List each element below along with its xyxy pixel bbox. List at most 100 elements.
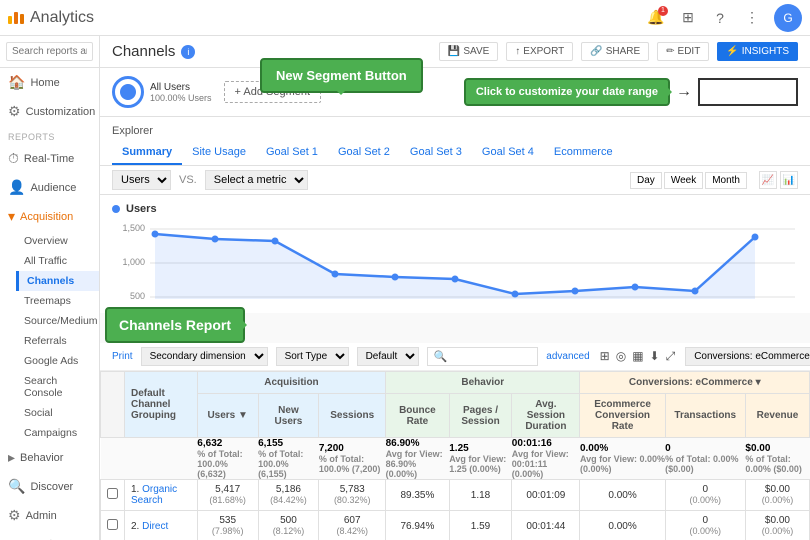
sidebar-item-searchconsole[interactable]: Search Console — [16, 371, 99, 403]
users-header[interactable]: Users ▼ — [197, 394, 258, 438]
row-ecomm-0: 0.00% — [580, 480, 665, 511]
transactions-header[interactable]: Transactions — [665, 394, 745, 438]
default-select[interactable]: Default — [357, 347, 419, 366]
sidebar-item-customization[interactable]: ⚙ Customization — [0, 97, 99, 126]
sidebar-item-audience[interactable]: 👤 Audience — [0, 173, 99, 202]
print-button[interactable]: Print — [112, 351, 133, 362]
bar-view-button[interactable]: ▦ — [630, 347, 645, 366]
tab-goalset1[interactable]: Goal Set 1 — [256, 141, 328, 165]
primary-metric-select[interactable]: Users — [112, 170, 171, 190]
tab-siteusage[interactable]: Site Usage — [182, 141, 256, 165]
tab-summary[interactable]: Summary — [112, 141, 182, 165]
channels-report-callout: Channels Report — [105, 307, 245, 343]
pie-view-button[interactable]: ◎ — [614, 347, 628, 366]
sidebar-item-behavior[interactable]: ▸ Behavior — [0, 443, 99, 472]
secondary-dimension-select[interactable]: Secondary dimension — [141, 347, 268, 366]
sidebar-item-admin[interactable]: ⚙ Admin — [0, 501, 99, 530]
row-avg-session-0: 00:01:09 — [512, 480, 580, 511]
sort-type-select[interactable]: Sort Type — [276, 347, 349, 366]
sidebar-item-sourcemedium[interactable]: Source/Medium — [16, 311, 99, 331]
advanced-button[interactable]: advanced — [546, 351, 589, 362]
more-icon[interactable]: ⋮ — [742, 8, 762, 28]
sidebar-item-alltraffic[interactable]: All Traffic — [16, 251, 99, 271]
ecomm-rate-header[interactable]: Ecommerce Conversion Rate — [580, 394, 665, 438]
sidebar-label-home: Home — [30, 77, 59, 89]
avatar[interactable]: G — [774, 4, 802, 32]
sidebar-item-treemaps[interactable]: Treemaps — [16, 291, 99, 311]
metric-bar: Users VS. Select a metric Day Week Month… — [100, 166, 810, 195]
table-view-button[interactable]: ⊞ — [598, 347, 612, 366]
avg-session-header[interactable]: Avg. Session Duration — [512, 394, 580, 438]
table-search[interactable]: 🔍 — [427, 347, 539, 366]
sidebar-item-social[interactable]: Social — [16, 403, 99, 423]
vs-label: VS. — [179, 174, 197, 186]
table-search-input[interactable] — [451, 351, 531, 362]
segment-circle-icon — [112, 76, 144, 108]
tab-goalset4[interactable]: Goal Set 4 — [472, 141, 544, 165]
search-input[interactable] — [6, 42, 93, 61]
audience-icon: 👤 — [8, 179, 25, 196]
conversions-select[interactable]: Conversions: eCommerce — [685, 347, 810, 366]
sidebar-item-discover[interactable]: 🔍 Discover — [0, 472, 99, 501]
bar-chart-button[interactable]: 📊 — [780, 171, 798, 189]
insights-button[interactable]: ⚡ INSIGHTS — [717, 42, 798, 61]
edit-button[interactable]: ✏ EDIT — [657, 42, 709, 61]
segment-info: All Users 100.00% Users — [150, 82, 212, 103]
tab-goalset2[interactable]: Goal Set 2 — [328, 141, 400, 165]
channels-callout-arrow — [242, 320, 252, 330]
help-icon[interactable]: ? — [710, 8, 730, 28]
top-bar: Analytics 🔔 1 ⊞ ? ⋮ G — [0, 0, 810, 36]
download-button[interactable]: ⬇ — [648, 347, 662, 366]
sidebar-item-realtime[interactable]: ⏱ Real-Time — [0, 144, 99, 173]
sessions-header[interactable]: Sessions — [319, 394, 386, 438]
week-button[interactable]: Week — [664, 172, 703, 189]
sidebar-item-home[interactable]: 🏠 Home — [0, 68, 99, 97]
top-bar-actions: 🔔 1 ⊞ ? ⋮ G — [646, 4, 802, 32]
export-button[interactable]: ↑ EXPORT — [506, 42, 573, 61]
explorer-section: Explorer Summary Site Usage Goal Set 1 G… — [100, 117, 810, 166]
sidebar-collapse-button[interactable]: ‹ — [0, 530, 99, 540]
svg-text:1,000: 1,000 — [122, 257, 145, 267]
row-channel-0: 1. Organic Search — [125, 480, 198, 511]
line-chart-button[interactable]: 📈 — [759, 171, 777, 189]
save-button[interactable]: 💾 SAVE — [439, 42, 498, 61]
row-checkbox-0[interactable] — [101, 480, 125, 511]
bounce-rate-header[interactable]: Bounce Rate — [386, 394, 450, 438]
total-label — [125, 438, 198, 480]
sidebar-item-acquisition[interactable]: ▾ Acquisition — [0, 202, 99, 231]
sidebar-label-campaigns: Campaigns — [24, 427, 77, 439]
month-button[interactable]: Month — [705, 172, 747, 189]
sidebar-item-googleads[interactable]: Google Ads — [16, 351, 99, 371]
chart-type-icons: 📈 📊 — [759, 171, 798, 189]
channel-link-1[interactable]: Direct — [142, 521, 168, 532]
row-checkbox-1[interactable] — [101, 511, 125, 540]
sidebar-item-referrals[interactable]: Referrals — [16, 331, 99, 351]
row-transactions-0: 0(0.00%) — [665, 480, 745, 511]
new-users-header[interactable]: New Users — [258, 394, 319, 438]
sidebar-item-channels[interactable]: Channels — [16, 271, 99, 291]
checkbox-header — [101, 372, 125, 438]
row-new-users-1: 500(8.12%) — [258, 511, 319, 540]
secondary-metric-select[interactable]: Select a metric — [205, 170, 308, 190]
sidebar-item-campaigns[interactable]: Campaigns — [16, 423, 99, 443]
tab-ecommerce[interactable]: Ecommerce — [544, 141, 623, 165]
sidebar-label-behavior: Behavior — [20, 452, 63, 464]
date-range-input[interactable] — [698, 78, 798, 106]
total-avg-session: 00:01:16 Avg for View: 00:01:11 (0.00%) — [512, 438, 580, 480]
discover-icon: 🔍 — [8, 478, 25, 495]
day-button[interactable]: Day — [630, 172, 662, 189]
grid-icon[interactable]: ⊞ — [678, 8, 698, 28]
pages-session-header[interactable]: Pages / Session — [449, 394, 512, 438]
bell-icon[interactable]: 🔔 1 — [646, 8, 666, 28]
sidebar-search-container[interactable] — [0, 36, 99, 68]
sidebar-label-overview: Overview — [24, 235, 68, 247]
logo-icon — [8, 12, 24, 24]
share-button[interactable]: 🔗 SHARE — [581, 42, 649, 61]
total-ecomm-rate: 0.00% Avg for View: 0.00% (0.00%) — [580, 438, 665, 480]
expand-button[interactable]: ⤢ — [664, 347, 678, 366]
conversions-header: Conversions: eCommerce ▾ — [580, 372, 810, 394]
sidebar-item-overview[interactable]: Overview — [16, 231, 99, 251]
revenue-header[interactable]: Revenue — [745, 394, 809, 438]
info-icon[interactable]: i — [181, 45, 195, 59]
tab-goalset3[interactable]: Goal Set 3 — [400, 141, 472, 165]
